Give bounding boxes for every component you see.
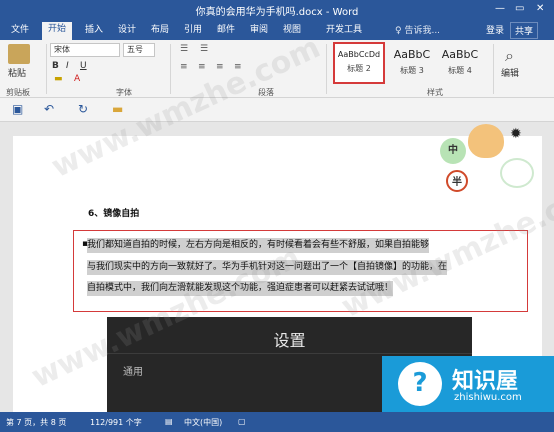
clipboard-group-label: 剪贴板 [6,88,30,97]
word-window: 你真的会用华为手机吗.docx - Word — ▭ ✕ 文件 开始 插入 设计… [0,0,554,432]
style-preview: AaBbCcDd [337,50,381,59]
proofing-icon[interactable]: ▤ [165,417,173,426]
style-preview: AaBbC [393,48,431,61]
tell-me-search[interactable]: ♀ 告诉我... [395,23,440,36]
italic-button[interactable]: I [66,61,69,71]
tab-mailings[interactable]: 邮件 [211,23,241,40]
style-heading-3[interactable]: AaBbC 标题 3 [386,42,438,84]
style-heading-4[interactable]: AaBbC 标题 4 [434,42,486,84]
logo-url: zhishiwu.com [454,392,522,403]
tab-home[interactable]: 开始 [42,22,73,40]
paste-icon[interactable] [8,44,30,64]
font-size-select[interactable]: 五号 [123,43,155,57]
zhishiwu-logo: ? 知识屋 zhishiwu.com [382,356,554,412]
ring-icon [500,158,534,188]
font-color-icon[interactable]: A [74,74,80,84]
quick-access-toolbar: ▣ ↶ ↻ ▬ [0,98,554,122]
mascot-bubble: 中 [440,138,466,164]
paragraph-line[interactable]: 我们都知道自拍的时候，左右方向是相反的，有时候看着会有些不舒服，如果自拍能够 [87,238,430,253]
restore-button[interactable]: ▭ [515,3,524,14]
numbering-icon[interactable]: ☰ [200,44,208,54]
tab-layout[interactable]: 布局 [145,23,175,40]
divider [46,44,47,94]
editing-button[interactable]: 编辑 [501,66,519,79]
status-bar: 第 7 页，共 8 页 112/991 个字 ▤ 中文(中国) ▢ [0,412,554,432]
tab-file[interactable]: 文件 [5,23,35,40]
folder-icon[interactable]: ▬ [112,102,123,116]
tab-references[interactable]: 引用 [178,23,208,40]
align-left-icon[interactable]: ≡ [180,62,188,72]
tab-design[interactable]: 设计 [112,23,142,40]
save-icon[interactable]: ▣ [12,102,23,116]
highlight-icon[interactable]: ▬ [54,74,63,84]
close-button[interactable]: ✕ [536,3,544,14]
style-name: 标题 3 [400,66,424,75]
undo-icon[interactable]: ↶ [44,102,54,116]
bullets-icon[interactable]: ☰ [180,44,188,54]
font-name-select[interactable]: 宋体 [50,43,120,57]
tab-developer[interactable]: 开发工具 [320,23,368,40]
ribbon-tabs: 文件 开始 插入 设计 布局 引用 邮件 审阅 视图 开发工具 ♀ 告诉我...… [0,20,554,40]
page-count[interactable]: 第 7 页，共 8 页 [6,417,66,428]
divider [170,44,171,94]
tab-review[interactable]: 审阅 [244,23,274,40]
divider [326,44,327,94]
divider [107,353,472,354]
logo-name: 知识屋 [452,369,519,394]
logo-mark-icon: ? [398,362,442,406]
divider [493,44,494,94]
style-name: 标题 2 [347,64,371,73]
styles-group-label: 样式 [427,88,443,97]
mascot-bubble: 半 [446,170,468,192]
find-icon[interactable]: ⌕ [505,46,514,66]
title-bar: 你真的会用华为手机吗.docx - Word — ▭ ✕ [0,0,554,20]
settings-general-label: 通用 [123,367,143,378]
minimize-button[interactable]: — [495,3,505,14]
share-button[interactable]: 共享 [510,22,539,39]
section-heading: 6、镜像自拍 [88,209,140,219]
language-status[interactable]: 中文(中国) [184,417,222,428]
word-count[interactable]: 112/991 个字 [90,417,142,428]
style-name: 标题 4 [448,66,472,75]
align-center-icon[interactable]: ≡ [198,62,206,72]
macro-icon[interactable]: ▢ [238,417,246,426]
cat-mascot-illustration: 中 半 ✹ [440,122,534,196]
tab-insert[interactable]: 插入 [79,23,109,40]
paste-button[interactable]: 粘贴 [8,66,26,79]
redo-icon[interactable]: ↻ [78,102,88,116]
window-title: 你真的会用华为手机吗.docx - Word [195,7,359,18]
style-heading-2[interactable]: AaBbCcDd 标题 2 [333,42,385,84]
gear-icon: ✹ [510,126,522,142]
bold-button[interactable]: B [52,61,59,71]
style-preview: AaBbC [441,48,479,61]
cat-icon [468,124,504,158]
font-group-label: 字体 [116,88,132,97]
underline-button[interactable]: U [80,61,87,71]
login-button[interactable]: 登录 [486,23,504,36]
